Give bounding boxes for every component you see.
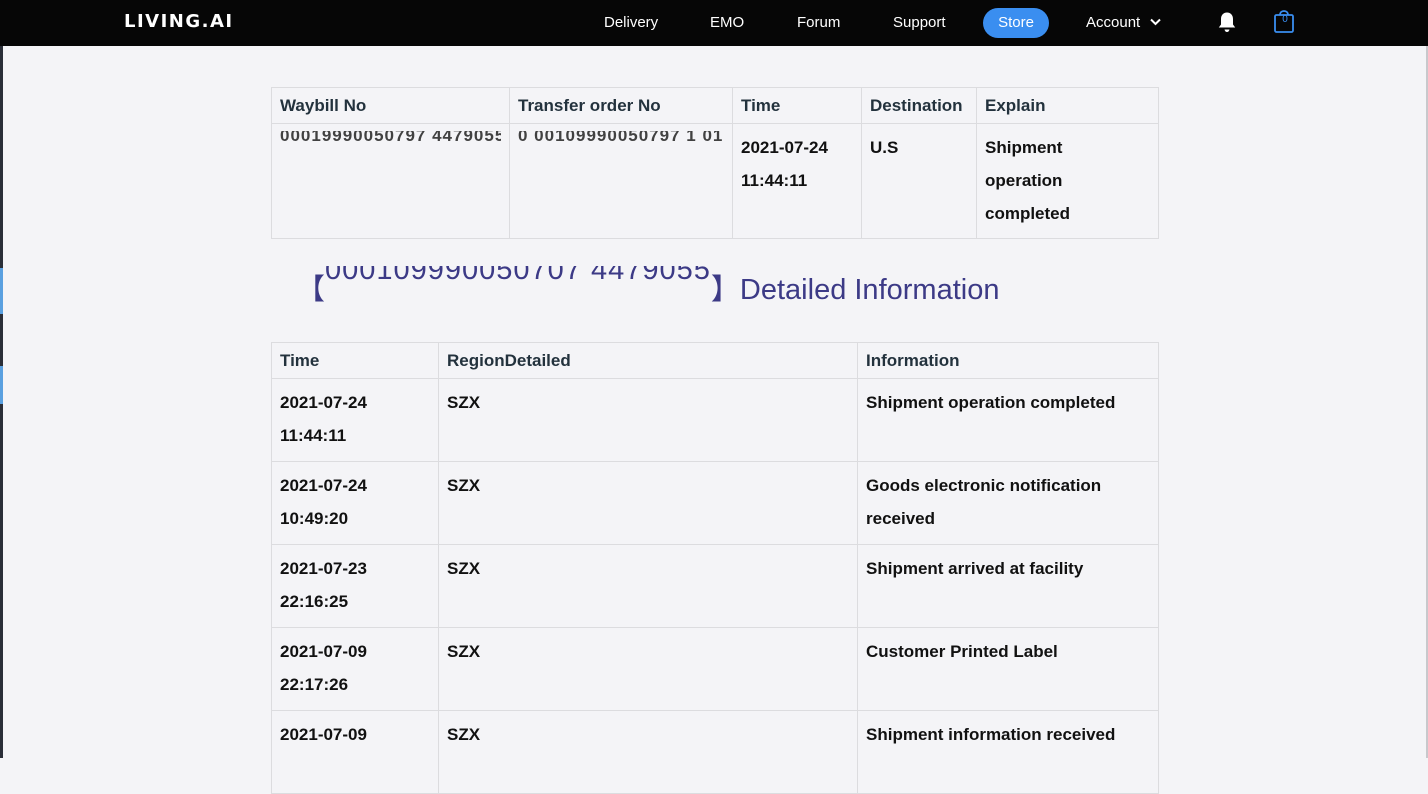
- table-row: 2021-07-23 22:16:25 SZX Shipment arrived…: [271, 544, 1159, 628]
- row-time-cell: 2021-07-09: [271, 710, 439, 794]
- row-info-cell: Shipment arrived at facility: [857, 544, 1159, 628]
- row-time-cell: 2021-07-24 10:49:20: [271, 461, 439, 545]
- site-logo[interactable]: LIVING.AI: [124, 11, 234, 32]
- table-header-row: Time RegionDetailed Information: [271, 342, 1159, 379]
- header-transfer-order-no: Transfer order No: [509, 87, 733, 124]
- row-date: 2021-07-24: [280, 476, 367, 495]
- row-date: 2021-07-09: [280, 642, 367, 661]
- nav-forum[interactable]: Forum: [797, 14, 840, 31]
- edge-highlight: [0, 268, 3, 314]
- explain-cell: Shipment operation completed: [976, 123, 1159, 239]
- window-left-edge: [0, 0, 3, 758]
- header-time: Time: [732, 87, 862, 124]
- row-clock: 10:49:20: [280, 509, 349, 528]
- table-row: 2021-07-24 11:44:11 SZX Shipment operati…: [271, 378, 1159, 462]
- cart-count-badge: 0: [1282, 14, 1288, 25]
- heading-open-bracket: 【: [296, 274, 326, 306]
- table-row: 2021-07-09 22:17:26 SZX Customer Printed…: [271, 627, 1159, 711]
- header-time: Time: [271, 342, 439, 379]
- row-region-cell: SZX: [438, 544, 858, 628]
- header-explain: Explain: [976, 87, 1159, 124]
- row-region-cell: SZX: [438, 461, 858, 545]
- waybill-no-value: 00019990050797 4479055: [280, 131, 501, 145]
- account-label: Account: [1086, 14, 1141, 31]
- row-date: 2021-07-23: [280, 559, 367, 578]
- row-clock: 22:16:25: [280, 592, 349, 611]
- table-row: 2021-07-09 SZX Shipment information rece…: [271, 710, 1159, 794]
- chevron-down-icon: [1150, 18, 1162, 26]
- row-info-cell: Goods electronic notification received: [857, 461, 1159, 545]
- row-time-cell: 2021-07-23 22:16:25: [271, 544, 439, 628]
- row-info-cell: Shipment information received: [857, 710, 1159, 794]
- edge-highlight: [0, 366, 3, 404]
- account-menu[interactable]: Account: [1086, 14, 1162, 31]
- heading-waybill-number: 000109990050707 4479055: [325, 266, 711, 286]
- header-waybill-no: Waybill No: [271, 87, 510, 124]
- row-clock: 11:44:11: [280, 426, 347, 445]
- destination-cell: U.S: [861, 123, 977, 239]
- transfer-order-cell: 0 00109990050797 1 01: [509, 123, 733, 239]
- explain-line: Shipment: [985, 138, 1063, 157]
- time-date: 2021-07-24: [741, 138, 828, 157]
- store-button[interactable]: Store: [983, 8, 1049, 38]
- row-time-cell: 2021-07-09 22:17:26: [271, 627, 439, 711]
- time-clock: 11:44:11: [741, 171, 808, 190]
- nav-emo[interactable]: EMO: [710, 14, 744, 31]
- row-time-cell: 2021-07-24 11:44:11: [271, 378, 439, 462]
- header-region-detailed: RegionDetailed: [438, 342, 858, 379]
- header-information: Information: [857, 342, 1159, 379]
- row-info-cell: Customer Printed Label: [857, 627, 1159, 711]
- transfer-order-value: 0 00109990050797 1 01: [518, 131, 724, 145]
- table-row: 00019990050797 4479055 0 00109990050797 …: [271, 123, 1159, 239]
- row-clock: 22:17:26: [280, 675, 349, 694]
- table-header-row: Waybill No Transfer order No Time Destin…: [271, 87, 1159, 124]
- table-row: 2021-07-24 10:49:20 SZX Goods electronic…: [271, 461, 1159, 545]
- nav-delivery[interactable]: Delivery: [604, 14, 658, 31]
- row-region-cell: SZX: [438, 627, 858, 711]
- waybill-no-cell: 00019990050797 4479055: [271, 123, 510, 239]
- tracking-detail-table: Time RegionDetailed Information 2021-07-…: [271, 342, 1159, 794]
- nav-support[interactable]: Support: [893, 14, 946, 31]
- row-date: 2021-07-09: [280, 725, 367, 744]
- explain-line: operation: [985, 171, 1063, 190]
- row-region-cell: SZX: [438, 710, 858, 794]
- explain-line: completed: [985, 204, 1071, 223]
- waybill-summary-table: Waybill No Transfer order No Time Destin…: [271, 87, 1159, 239]
- heading-suffix: Detailed Information: [739, 274, 1000, 306]
- heading-close-bracket: 】: [710, 274, 740, 306]
- header-destination: Destination: [861, 87, 977, 124]
- row-region-cell: SZX: [438, 378, 858, 462]
- detail-heading: 【000109990050707 4479055】Detailed Inform…: [296, 266, 999, 308]
- notification-bell-icon[interactable]: [1215, 10, 1239, 34]
- time-cell: 2021-07-24 11:44:11: [732, 123, 862, 239]
- row-date: 2021-07-24: [280, 393, 367, 412]
- top-nav-bar: LIVING.AI Delivery EMO Forum Support Sto…: [0, 0, 1428, 46]
- row-info-cell: Shipment operation completed: [857, 378, 1159, 462]
